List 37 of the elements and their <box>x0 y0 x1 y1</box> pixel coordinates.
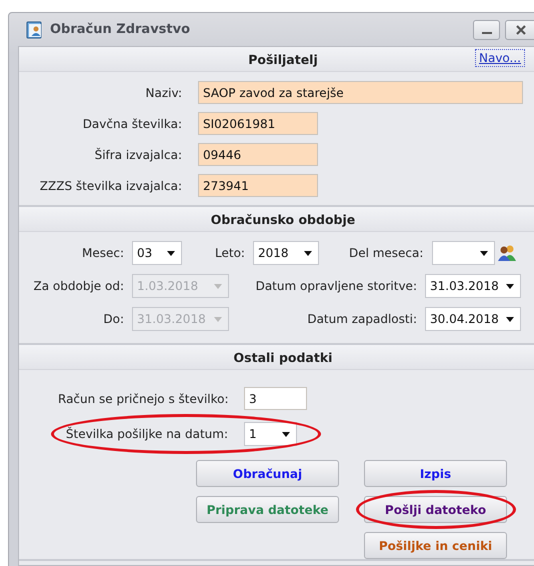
field-label: Šifra izvajalca: <box>94 148 182 162</box>
app-icon <box>26 20 44 38</box>
section-title: Ostali podatki <box>234 350 332 364</box>
field-label: Datum zapadlosti: <box>306 312 417 326</box>
field-label: Davčna številka: <box>82 116 182 130</box>
month-dropdown[interactable]: 03 <box>132 241 182 265</box>
navodila-link[interactable]: Navo... <box>474 49 525 67</box>
field-label: Naziv: <box>144 86 182 100</box>
field-label: Leto: <box>215 246 245 260</box>
field-label: Mesec: <box>80 246 124 260</box>
date-dropdown[interactable]: 30.04.2018 <box>425 307 521 331</box>
action-button[interactable]: Izpis <box>364 460 507 487</box>
minimize-button[interactable] <box>473 20 500 40</box>
text-field[interactable]: 09446 <box>198 143 318 166</box>
text-field[interactable]: SAOP zavod za starejše <box>198 81 523 104</box>
year-dropdown[interactable]: 2018 <box>252 241 319 265</box>
field-label: ZZZS številka izvajalca: <box>38 178 182 192</box>
field-label: Račun se pričnejo s številko: <box>58 392 228 406</box>
window-title: Obračun Zdravstvo <box>50 22 190 37</box>
field-label: Številka pošiljke na datum: <box>64 427 228 441</box>
people-icon[interactable] <box>497 244 518 262</box>
number-field[interactable]: 3 <box>244 387 307 410</box>
field-label: Do: <box>102 312 124 326</box>
section-title: Pošiljatelj <box>248 52 318 66</box>
date-dropdown[interactable]: 31.03.2018 <box>425 274 521 298</box>
field-label: Del meseca: <box>348 246 424 260</box>
text-field[interactable]: SI02061981 <box>198 112 318 135</box>
action-button[interactable]: Pošlji datoteko <box>364 496 507 523</box>
action-button[interactable]: Pošiljke in ceniki <box>364 532 507 559</box>
section-title: Obračunsko obdobje <box>210 212 356 226</box>
close-icon[interactable] <box>515 24 527 36</box>
text-field[interactable]: 273941 <box>198 174 318 197</box>
close-button[interactable] <box>505 20 534 40</box>
field-label: Za obdobje od: <box>32 279 124 293</box>
field-label: Datum opravljene storitve: <box>254 279 417 293</box>
shipment-dropdown[interactable]: 1 <box>244 422 297 446</box>
action-button[interactable]: Obračunaj <box>196 460 339 487</box>
